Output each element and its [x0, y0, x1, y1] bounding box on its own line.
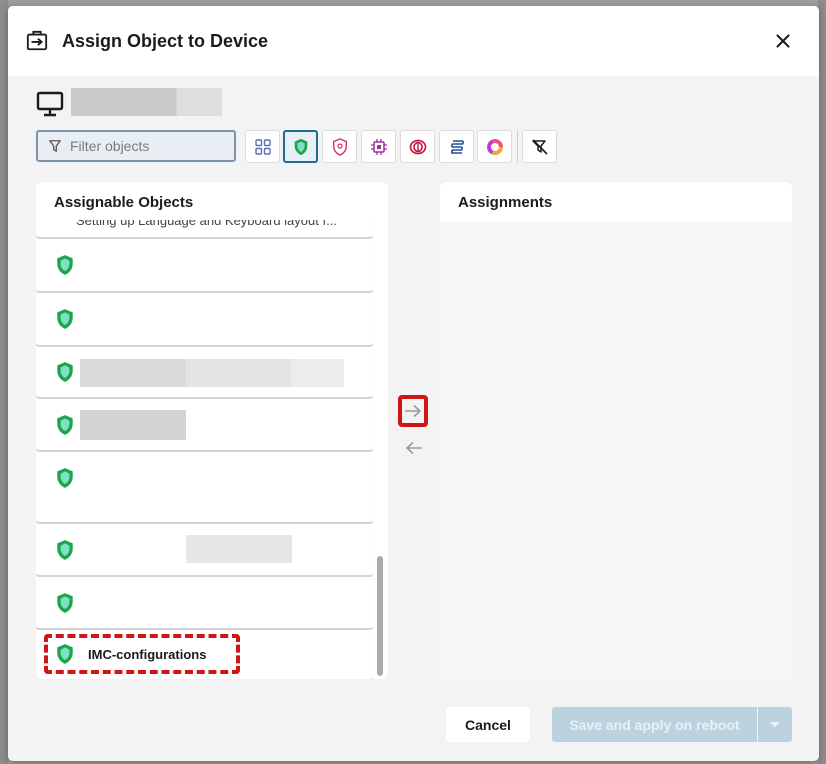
highlight-annotation — [44, 634, 240, 674]
assign-right-button[interactable] — [398, 395, 428, 427]
monitor-icon — [36, 91, 64, 117]
green-shield-icon — [57, 255, 73, 275]
redacted-label — [80, 410, 186, 440]
green-shield-icon — [57, 540, 73, 560]
assignments-title: Assignments — [458, 194, 553, 211]
list-item-label: Setting up Language and Keyboard layout … — [76, 220, 337, 228]
type-filter-ring[interactable] — [400, 130, 435, 163]
assignments-list[interactable] — [440, 222, 792, 679]
assign-object-dialog: Assign Object to Device Filter objects A… — [8, 6, 819, 761]
grid-icon — [254, 138, 271, 155]
donut-icon — [486, 138, 503, 155]
list-item[interactable] — [36, 524, 373, 577]
list-item[interactable] — [36, 239, 373, 293]
type-filter-shield[interactable] — [283, 130, 318, 163]
type-filter-script[interactable] — [439, 130, 474, 163]
list-item[interactable]: Setting up Language and Keyboard layout … — [36, 220, 373, 239]
list-item[interactable] — [36, 293, 373, 347]
filter-objects-input[interactable] — [70, 138, 230, 154]
pink-shield-icon — [332, 137, 347, 156]
dialog-header: Assign Object to Device — [8, 6, 819, 76]
caret-down-icon — [770, 721, 780, 727]
chip-icon — [370, 138, 387, 155]
dialog-title: Assign Object to Device — [62, 31, 269, 51]
assignments-panel: Assignments — [440, 182, 792, 679]
green-shield-icon — [57, 593, 73, 613]
toolbar-separator — [517, 130, 518, 163]
scrollbar-thumb[interactable] — [377, 556, 383, 676]
arrow-left-icon — [405, 441, 422, 455]
assignable-objects-title: Assignable Objects — [54, 194, 194, 211]
list-item[interactable] — [36, 347, 373, 399]
clear-filter-button[interactable] — [522, 130, 557, 163]
filter-clear-icon — [531, 138, 548, 155]
type-filter-donut[interactable] — [477, 130, 512, 163]
arrow-right-icon — [405, 404, 422, 418]
assign-icon — [26, 30, 48, 51]
assignable-objects-list[interactable]: Setting up Language and Keyboard layout … — [36, 220, 388, 679]
list-item-imc-configurations[interactable]: IMC-configurations — [36, 630, 373, 679]
close-icon[interactable] — [772, 30, 794, 52]
backdrop-right — [818, 0, 826, 764]
assignable-objects-panel: Assignable Objects Setting up Language a… — [36, 182, 388, 679]
script-icon — [450, 139, 464, 154]
filter-objects-field[interactable] — [36, 130, 236, 162]
type-filter-all[interactable] — [245, 130, 280, 163]
green-shield-icon — [57, 309, 73, 329]
green-shield-icon — [57, 362, 73, 382]
list-item[interactable] — [36, 452, 373, 524]
cancel-button[interactable]: Cancel — [446, 707, 530, 742]
green-shield-icon — [57, 415, 73, 435]
green-shield-icon — [57, 468, 73, 488]
type-filter-security[interactable] — [322, 130, 357, 163]
list-item[interactable] — [36, 577, 373, 630]
redacted-label — [186, 535, 292, 563]
unassign-left-button[interactable] — [404, 438, 424, 458]
save-options-dropdown[interactable] — [758, 707, 792, 742]
backdrop-left — [0, 0, 8, 764]
device-name-redacted — [71, 88, 222, 116]
list-item[interactable] — [36, 399, 373, 452]
ring-icon — [409, 139, 426, 154]
filter-icon — [49, 140, 61, 152]
redacted-label — [80, 359, 344, 387]
green-shield-icon — [294, 138, 307, 155]
save-apply-reboot-button[interactable]: Save and apply on reboot — [552, 707, 757, 742]
type-filter-chip[interactable] — [361, 130, 396, 163]
